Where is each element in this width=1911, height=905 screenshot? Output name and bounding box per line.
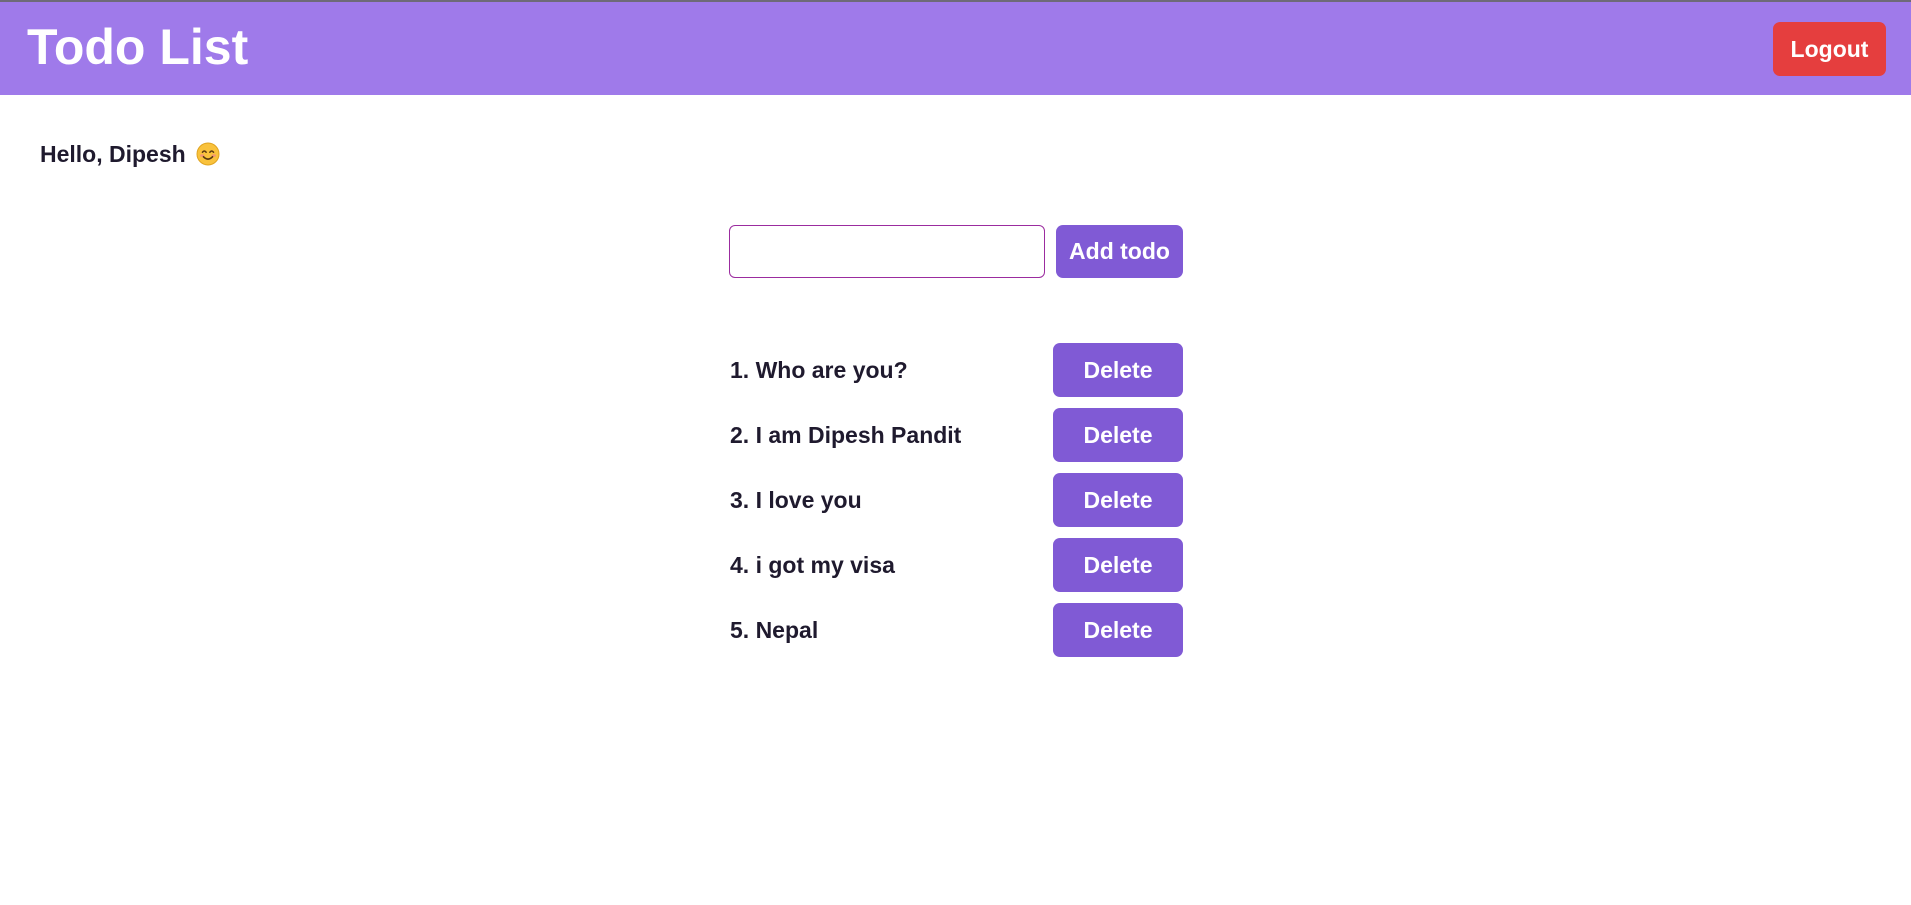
todo-text: 5. Nepal [730, 617, 819, 643]
todo-item: 3. I love you Delete [729, 473, 1183, 538]
add-todo-button[interactable]: Add todo [1056, 225, 1183, 278]
todo-item: 4. i got my visa Delete [729, 538, 1183, 603]
todo-text: 1. Who are you? [730, 357, 908, 383]
todo-text: 4. i got my visa [730, 552, 895, 578]
delete-todo-button[interactable]: Delete [1053, 473, 1183, 527]
todo-text: 2. I am Dipesh Pandit [730, 422, 962, 448]
logout-button[interactable]: Logout [1773, 22, 1886, 76]
todo-item: 1. Who are you? Delete [729, 343, 1183, 408]
delete-todo-button[interactable]: Delete [1053, 603, 1183, 657]
app-title: Todo List [27, 19, 249, 75]
greeting-text: Hello, Dipesh [40, 141, 186, 167]
delete-todo-button[interactable]: Delete [1053, 538, 1183, 592]
smiling-face-icon [196, 142, 220, 166]
app-header: Todo List Logout [0, 2, 1911, 95]
todo-item: 2. I am Dipesh Pandit Delete [729, 408, 1183, 473]
todo-item: 5. Nepal Delete [729, 603, 1183, 668]
new-todo-input[interactable] [729, 225, 1045, 278]
delete-todo-button[interactable]: Delete [1053, 343, 1183, 397]
greeting: Hello, Dipesh [40, 141, 220, 168]
todo-list: 1. Who are you? Delete 2. I am Dipesh Pa… [729, 343, 1183, 668]
todo-text: 3. I love you [730, 487, 862, 513]
delete-todo-button[interactable]: Delete [1053, 408, 1183, 462]
